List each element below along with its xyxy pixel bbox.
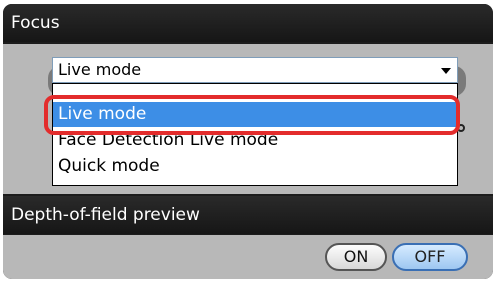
- dof-on-button[interactable]: ON: [325, 243, 387, 271]
- frame: Focus Depth-of-field preview Live mode L…: [0, 0, 496, 283]
- dropdown-option-quick-mode[interactable]: Quick mode: [53, 154, 457, 179]
- highlight-ring: [44, 95, 460, 135]
- focus-mode-select-value: Live mode: [58, 60, 142, 79]
- focus-mode-select[interactable]: Live mode: [52, 57, 458, 83]
- dof-section-title: Depth-of-field preview: [3, 196, 493, 234]
- chevron-down-icon[interactable]: [441, 68, 451, 74]
- focus-section-title: Focus: [3, 4, 493, 42]
- dof-off-button[interactable]: OFF: [392, 243, 468, 271]
